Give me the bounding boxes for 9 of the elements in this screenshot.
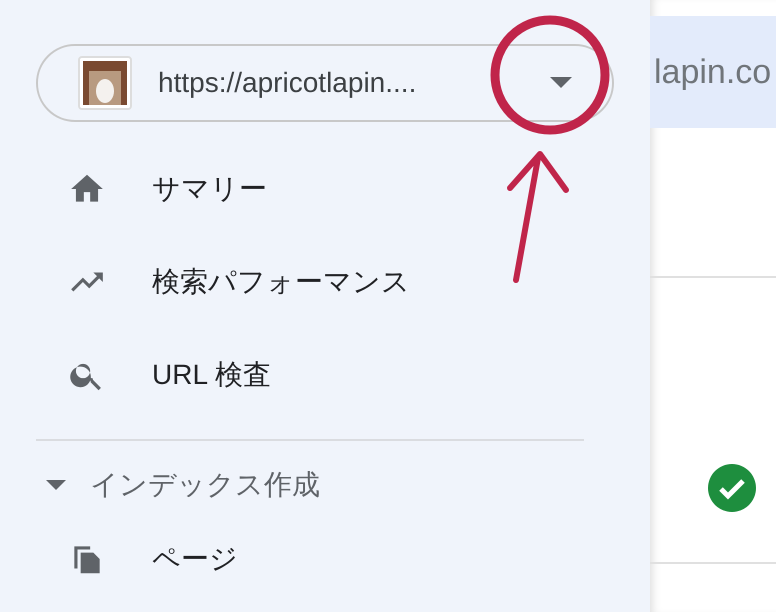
nav-item[interactable]: サマリー	[36, 142, 273, 235]
nav-item[interactable]: ページ	[36, 529, 244, 589]
url-text: https://apricotlapin....	[158, 66, 416, 100]
site-favicon	[78, 56, 132, 110]
nav-item[interactable]: 検索パフォーマンス	[36, 235, 416, 328]
site-name-text: lapin.co	[654, 52, 772, 92]
nav-item[interactable]: URL 検査	[36, 328, 277, 421]
property-selector[interactable]: https://apricotlapin....	[36, 44, 614, 122]
section-header[interactable]: インデックス作成	[36, 441, 326, 529]
